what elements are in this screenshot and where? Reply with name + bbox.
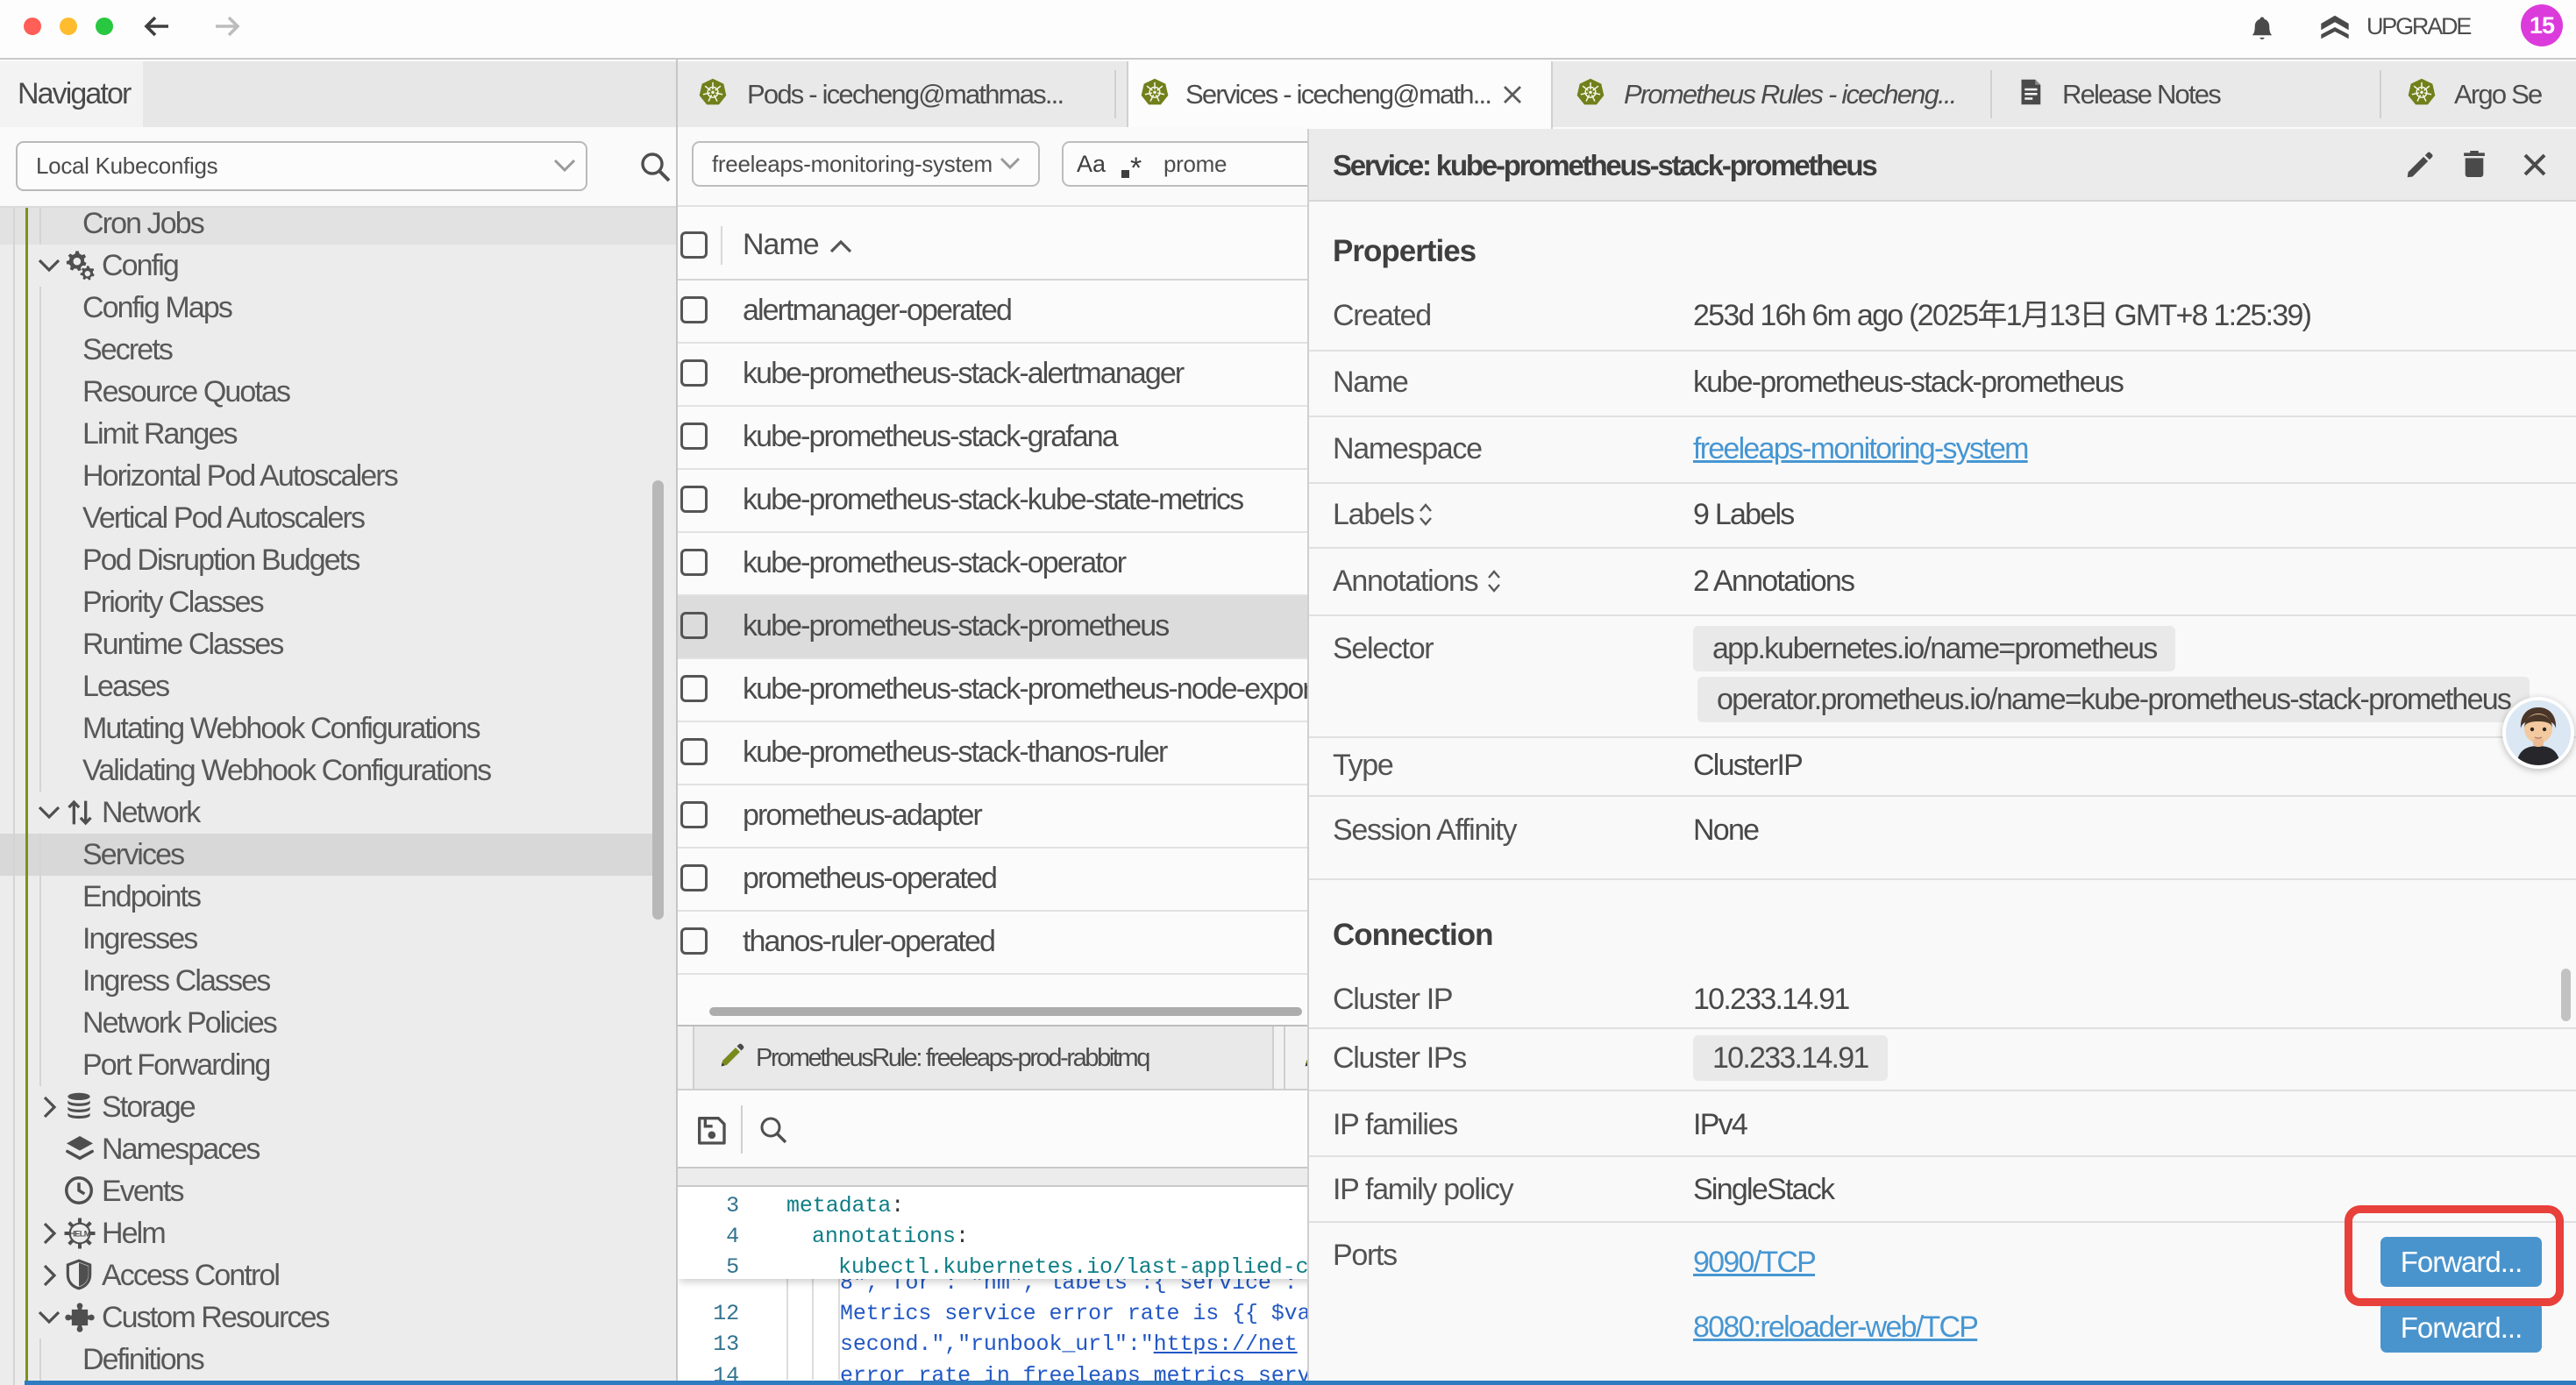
svg-text:HELM: HELM [69,1229,91,1238]
